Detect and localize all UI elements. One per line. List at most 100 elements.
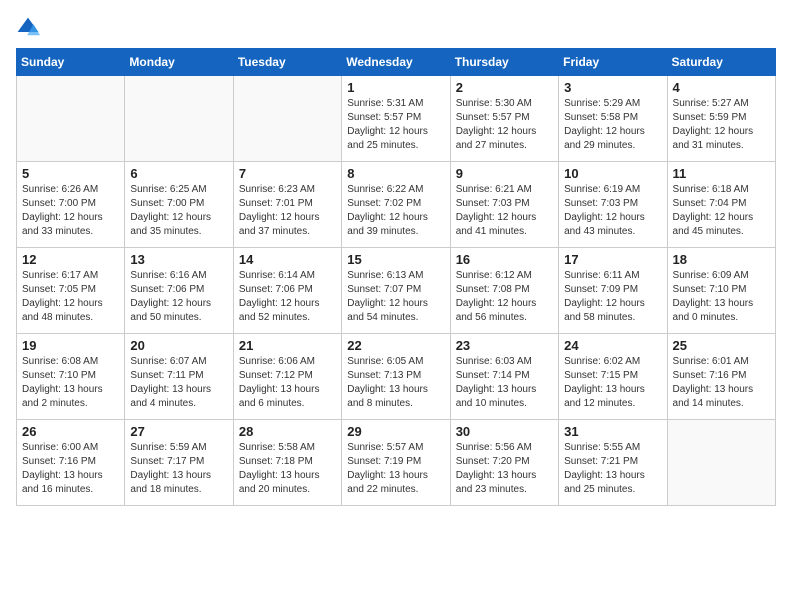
day-info: Sunrise: 6:25 AM Sunset: 7:00 PM Dayligh…	[130, 183, 227, 239]
day-info: Sunrise: 6:08 AM Sunset: 7:10 PM Dayligh…	[22, 355, 119, 411]
calendar-cell: 4 Sunrise: 5:27 AM Sunset: 5:59 PM Daylig…	[667, 76, 775, 162]
calendar-cell: 3 Sunrise: 5:29 AM Sunset: 5:58 PM Daylig…	[559, 76, 667, 162]
logo	[16, 16, 44, 40]
day-info: Sunrise: 6:02 AM Sunset: 7:15 PM Dayligh…	[564, 355, 661, 411]
day-number: 9	[456, 166, 553, 181]
day-number: 5	[22, 166, 119, 181]
calendar-week-row: 12 Sunrise: 6:17 AM Sunset: 7:05 PM Dayli…	[17, 248, 776, 334]
day-info: Sunrise: 6:05 AM Sunset: 7:13 PM Dayligh…	[347, 355, 444, 411]
calendar-cell	[233, 76, 341, 162]
calendar-header-wednesday: Wednesday	[342, 49, 450, 76]
calendar-header-friday: Friday	[559, 49, 667, 76]
day-info: Sunrise: 6:06 AM Sunset: 7:12 PM Dayligh…	[239, 355, 336, 411]
day-number: 14	[239, 252, 336, 267]
day-info: Sunrise: 5:56 AM Sunset: 7:20 PM Dayligh…	[456, 441, 553, 497]
day-number: 8	[347, 166, 444, 181]
day-number: 12	[22, 252, 119, 267]
day-number: 4	[673, 80, 770, 95]
day-number: 19	[22, 338, 119, 353]
calendar-cell: 25Sunrise: 6:01 AM Sunset: 7:16 PM Dayli…	[667, 334, 775, 420]
day-number: 29	[347, 424, 444, 439]
day-number: 23	[456, 338, 553, 353]
calendar-cell: 16Sunrise: 6:12 AM Sunset: 7:08 PM Dayli…	[450, 248, 558, 334]
day-info: Sunrise: 6:12 AM Sunset: 7:08 PM Dayligh…	[456, 269, 553, 325]
calendar-cell: 11 Sunrise: 6:18 AM Sunset: 7:04 PM Dayli…	[667, 162, 775, 248]
day-number: 11	[673, 166, 770, 181]
day-number: 24	[564, 338, 661, 353]
calendar-cell	[125, 76, 233, 162]
day-number: 26	[22, 424, 119, 439]
day-info: Sunrise: 6:22 AM Sunset: 7:02 PM Dayligh…	[347, 183, 444, 239]
day-number: 21	[239, 338, 336, 353]
calendar-cell: 17 Sunrise: 6:11 AM Sunset: 7:09 PM Dayli…	[559, 248, 667, 334]
calendar-cell: 31 Sunrise: 5:55 AM Sunset: 7:21 PM Dayli…	[559, 420, 667, 506]
calendar-cell: 12 Sunrise: 6:17 AM Sunset: 7:05 PM Dayli…	[17, 248, 125, 334]
calendar-cell: 24 Sunrise: 6:02 AM Sunset: 7:15 PM Dayli…	[559, 334, 667, 420]
day-number: 25	[673, 338, 770, 353]
day-info: Sunrise: 6:09 AM Sunset: 7:10 PM Dayligh…	[673, 269, 770, 325]
day-number: 18	[673, 252, 770, 267]
day-info: Sunrise: 6:03 AM Sunset: 7:14 PM Dayligh…	[456, 355, 553, 411]
day-number: 30	[456, 424, 553, 439]
day-info: Sunrise: 5:57 AM Sunset: 7:19 PM Dayligh…	[347, 441, 444, 497]
day-info: Sunrise: 6:26 AM Sunset: 7:00 PM Dayligh…	[22, 183, 119, 239]
calendar-cell: 5 Sunrise: 6:26 AM Sunset: 7:00 PM Daylig…	[17, 162, 125, 248]
calendar-cell: 23 Sunrise: 6:03 AM Sunset: 7:14 PM Dayli…	[450, 334, 558, 420]
day-info: Sunrise: 6:21 AM Sunset: 7:03 PM Dayligh…	[456, 183, 553, 239]
day-info: Sunrise: 6:16 AM Sunset: 7:06 PM Dayligh…	[130, 269, 227, 325]
calendar-cell: 1 Sunrise: 5:31 AM Sunset: 5:57 PM Daylig…	[342, 76, 450, 162]
calendar-cell	[667, 420, 775, 506]
day-info: Sunrise: 5:55 AM Sunset: 7:21 PM Dayligh…	[564, 441, 661, 497]
day-info: Sunrise: 6:19 AM Sunset: 7:03 PM Dayligh…	[564, 183, 661, 239]
day-number: 17	[564, 252, 661, 267]
calendar-header-row: SundayMondayTuesdayWednesdayThursdayFrid…	[17, 49, 776, 76]
day-info: Sunrise: 6:17 AM Sunset: 7:05 PM Dayligh…	[22, 269, 119, 325]
calendar-week-row: 19 Sunrise: 6:08 AM Sunset: 7:10 PM Dayli…	[17, 334, 776, 420]
calendar-cell: 18 Sunrise: 6:09 AM Sunset: 7:10 PM Dayli…	[667, 248, 775, 334]
day-info: Sunrise: 5:31 AM Sunset: 5:57 PM Dayligh…	[347, 97, 444, 153]
day-info: Sunrise: 5:30 AM Sunset: 5:57 PM Dayligh…	[456, 97, 553, 153]
calendar-cell: 15Sunrise: 6:13 AM Sunset: 7:07 PM Dayli…	[342, 248, 450, 334]
calendar-week-row: 1 Sunrise: 5:31 AM Sunset: 5:57 PM Daylig…	[17, 76, 776, 162]
day-number: 28	[239, 424, 336, 439]
day-number: 7	[239, 166, 336, 181]
calendar-cell: 21 Sunrise: 6:06 AM Sunset: 7:12 PM Dayli…	[233, 334, 341, 420]
day-info: Sunrise: 6:14 AM Sunset: 7:06 PM Dayligh…	[239, 269, 336, 325]
calendar-cell: 19 Sunrise: 6:08 AM Sunset: 7:10 PM Dayli…	[17, 334, 125, 420]
calendar-cell: 29 Sunrise: 5:57 AM Sunset: 7:19 PM Dayli…	[342, 420, 450, 506]
calendar-cell: 30 Sunrise: 5:56 AM Sunset: 7:20 PM Dayli…	[450, 420, 558, 506]
day-info: Sunrise: 6:00 AM Sunset: 7:16 PM Dayligh…	[22, 441, 119, 497]
calendar-cell: 7 Sunrise: 6:23 AM Sunset: 7:01 PM Daylig…	[233, 162, 341, 248]
calendar-cell: 9 Sunrise: 6:21 AM Sunset: 7:03 PM Daylig…	[450, 162, 558, 248]
logo-icon	[16, 16, 40, 40]
day-number: 6	[130, 166, 227, 181]
day-info: Sunrise: 5:58 AM Sunset: 7:18 PM Dayligh…	[239, 441, 336, 497]
day-number: 27	[130, 424, 227, 439]
calendar-header-sunday: Sunday	[17, 49, 125, 76]
day-number: 22	[347, 338, 444, 353]
day-number: 2	[456, 80, 553, 95]
day-number: 31	[564, 424, 661, 439]
calendar-cell: 2 Sunrise: 5:30 AM Sunset: 5:57 PM Daylig…	[450, 76, 558, 162]
day-info: Sunrise: 6:23 AM Sunset: 7:01 PM Dayligh…	[239, 183, 336, 239]
calendar-week-row: 5 Sunrise: 6:26 AM Sunset: 7:00 PM Daylig…	[17, 162, 776, 248]
calendar-table: SundayMondayTuesdayWednesdayThursdayFrid…	[16, 48, 776, 506]
day-info: Sunrise: 6:11 AM Sunset: 7:09 PM Dayligh…	[564, 269, 661, 325]
day-info: Sunrise: 5:29 AM Sunset: 5:58 PM Dayligh…	[564, 97, 661, 153]
calendar-cell: 8 Sunrise: 6:22 AM Sunset: 7:02 PM Daylig…	[342, 162, 450, 248]
calendar-cell: 22 Sunrise: 6:05 AM Sunset: 7:13 PM Dayli…	[342, 334, 450, 420]
calendar-header-saturday: Saturday	[667, 49, 775, 76]
day-number: 1	[347, 80, 444, 95]
calendar-cell: 26 Sunrise: 6:00 AM Sunset: 7:16 PM Dayli…	[17, 420, 125, 506]
calendar-cell	[17, 76, 125, 162]
day-info: Sunrise: 5:27 AM Sunset: 5:59 PM Dayligh…	[673, 97, 770, 153]
calendar-header-monday: Monday	[125, 49, 233, 76]
page-header	[16, 16, 776, 40]
day-info: Sunrise: 6:18 AM Sunset: 7:04 PM Dayligh…	[673, 183, 770, 239]
calendar-cell: 10Sunrise: 6:19 AM Sunset: 7:03 PM Dayli…	[559, 162, 667, 248]
day-number: 13	[130, 252, 227, 267]
calendar-header-tuesday: Tuesday	[233, 49, 341, 76]
day-number: 15	[347, 252, 444, 267]
day-number: 3	[564, 80, 661, 95]
calendar-cell: 27Sunrise: 5:59 AM Sunset: 7:17 PM Dayli…	[125, 420, 233, 506]
